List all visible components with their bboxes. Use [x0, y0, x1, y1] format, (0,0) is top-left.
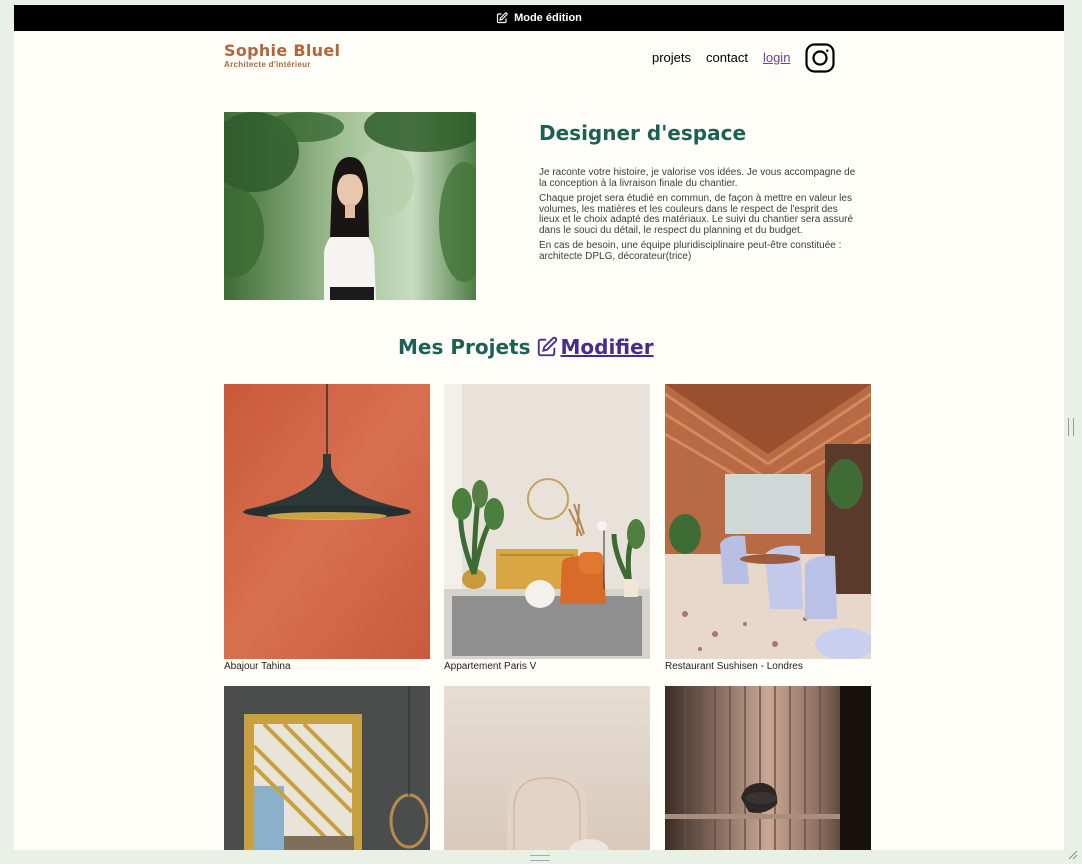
brand-logo[interactable]: Sophie Bluel Architecte d'intérieur [224, 41, 341, 70]
nav-item-login[interactable]: login [763, 43, 790, 73]
brand-name: Sophie Bluel [224, 41, 341, 60]
architect-photo [224, 112, 476, 300]
main-nav: projets contact login [652, 43, 836, 73]
resize-handle[interactable] [530, 855, 550, 861]
scrollbar-handle[interactable] [1068, 418, 1074, 436]
nav-item-contact[interactable]: contact [706, 43, 748, 73]
project-image-6[interactable] [665, 686, 871, 850]
project-caption: Appartement Paris V [444, 661, 537, 672]
instagram-icon[interactable] [805, 43, 836, 73]
project-image-abajour[interactable] [224, 384, 430, 659]
edit-mode-label: Mode édition [514, 12, 582, 24]
intro-paragraph: En cas de besoin, une équipe pluridiscip… [539, 240, 842, 262]
edit-icon [496, 12, 508, 24]
edit-icon [538, 336, 558, 357]
page: Mode édition Sophie Bluel Architecte d'i… [14, 5, 1064, 850]
project-image-4[interactable] [224, 686, 430, 850]
projects-heading: Mes Projets Modifier [398, 335, 654, 359]
projects-title: Mes Projets [398, 335, 531, 359]
intro-paragraph: Chaque projet sera étudié en commun, de … [539, 193, 854, 236]
modify-label: Modifier [560, 335, 654, 359]
brand-subtitle: Architecte d'intérieur [224, 60, 311, 69]
intro-paragraph: Je raconte votre histoire, je valorise v… [539, 167, 856, 189]
intro-title: Designer d'espace [539, 121, 747, 145]
project-caption: Restaurant Sushisen - Londres [665, 661, 803, 672]
project-image-5[interactable] [444, 686, 650, 850]
resize-corner-icon[interactable] [1068, 850, 1078, 860]
edit-mode-bar[interactable]: Mode édition [14, 5, 1064, 31]
project-image-restaurant[interactable] [665, 384, 871, 659]
nav-item-projets[interactable]: projets [652, 43, 691, 73]
intro-text: Je raconte votre histoire, je valorise v… [539, 167, 857, 267]
project-image-appartement[interactable] [444, 384, 650, 659]
modify-projects-button[interactable]: Modifier [536, 335, 654, 359]
project-caption: Abajour Tahina [224, 661, 291, 672]
